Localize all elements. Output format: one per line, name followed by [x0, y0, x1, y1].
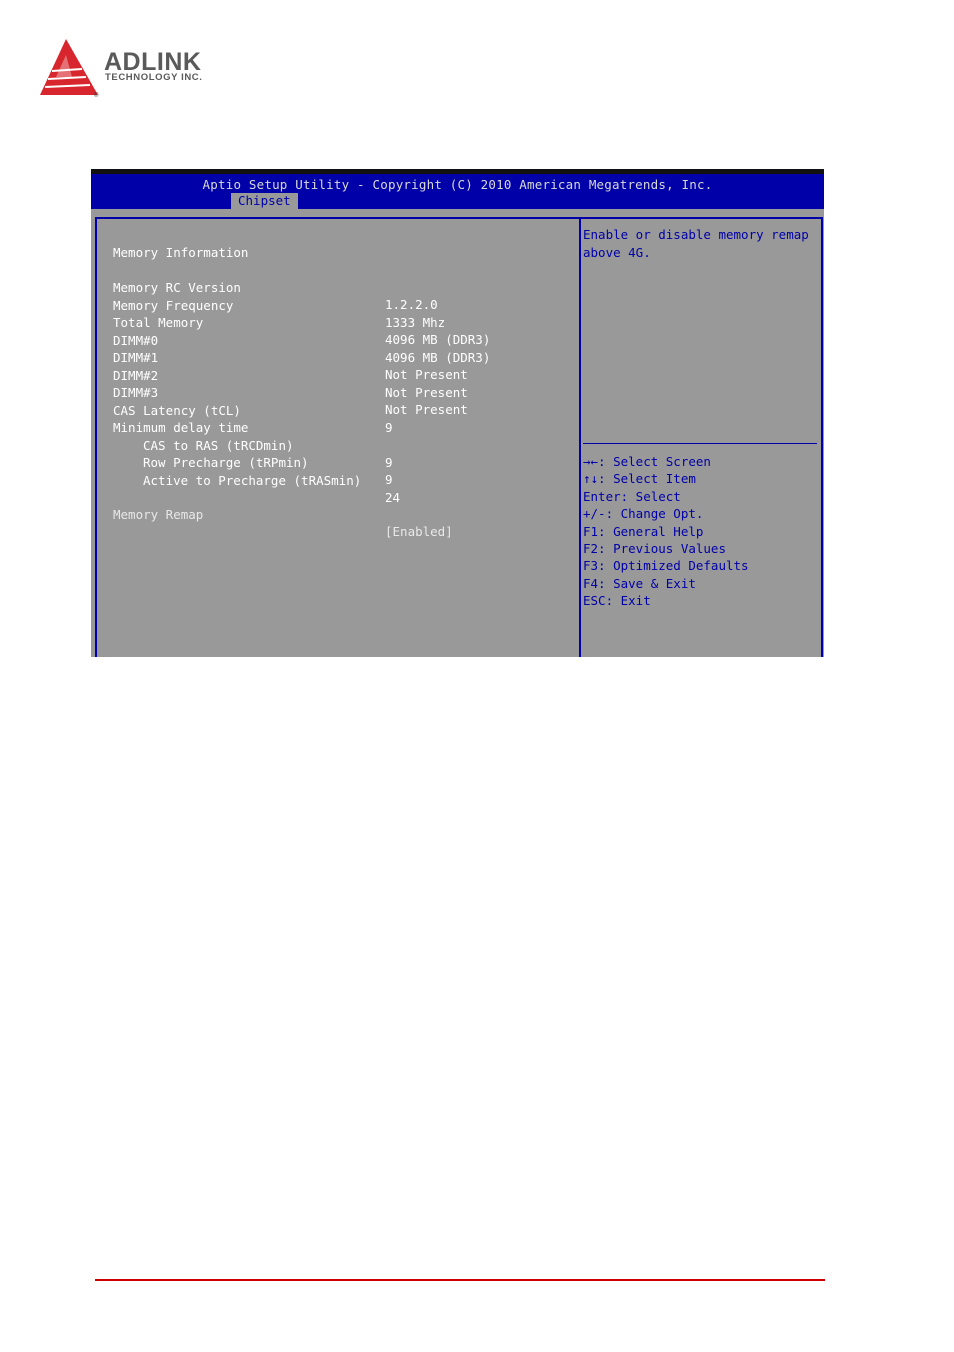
help-separator — [583, 443, 817, 444]
key-hint: F2: Previous Values — [583, 540, 726, 556]
info-label: Minimum delay time — [113, 420, 249, 435]
info-label: CAS Latency (tCL) — [113, 402, 241, 418]
footer-divider — [95, 1279, 825, 1281]
key-hint: Enter: Select — [583, 488, 681, 504]
registered-mark: ® — [94, 92, 99, 99]
info-label: CAS to RAS (tRCDmin) — [143, 437, 294, 453]
section-title-label: Memory Information — [113, 245, 249, 260]
info-value: 9 — [385, 454, 393, 470]
info-label: Memory RC Version — [113, 280, 241, 295]
info-value: Not Present — [385, 367, 468, 382]
tab-chipset[interactable]: Chipset — [231, 193, 298, 209]
bios-header: Aptio Setup Utility - Copyright (C) 2010… — [91, 174, 824, 209]
info-value: 4096 MB (DDR3) — [385, 332, 491, 347]
key-hint: →←: Select Screen — [583, 454, 711, 469]
key-hint: F1: General Help — [583, 523, 704, 539]
key-legend: →←: Select Screen ↑↓: Select Item Enter:… — [583, 453, 749, 610]
info-value: 4096 MB (DDR3) — [385, 349, 491, 365]
key-hint: +/-: Change Opt. — [583, 506, 704, 522]
help-panel-border — [821, 217, 823, 657]
logo-subtitle: TECHNOLOGY INC. — [105, 72, 203, 83]
info-value: 24 — [385, 489, 401, 505]
info-value: 9 — [385, 472, 393, 487]
info-label: Memory Frequency — [113, 297, 234, 313]
info-value: Not Present — [385, 402, 468, 417]
help-text: Enable or disable memory remap above 4G. — [583, 227, 809, 260]
adlink-logo: ® ADLINK TECHNOLOGY INC. — [38, 37, 238, 99]
option-value[interactable]: [Enabled] — [385, 523, 453, 540]
info-value: Not Present — [385, 384, 468, 400]
memory-remap-option[interactable]: Memory Remap [Enabled] — [91, 489, 453, 557]
bios-screen: Aptio Setup Utility - Copyright (C) 2010… — [91, 169, 824, 657]
key-hint: F4: Save & Exit — [583, 575, 696, 591]
key-hint: ESC: Exit — [583, 593, 651, 609]
info-label: Active to Precharge (tRASmin) — [143, 472, 362, 488]
info-value: 1.2.2.0 — [385, 297, 438, 312]
adlink-triangle-icon: ® — [40, 39, 99, 99]
help-panel-border — [579, 217, 823, 219]
bios-title: Aptio Setup Utility - Copyright (C) 2010… — [202, 177, 713, 192]
option-label[interactable]: Memory Remap — [113, 506, 203, 523]
key-hint: F3: Optimized Defaults — [583, 558, 749, 574]
info-value: 9 — [385, 419, 393, 435]
key-hint: ↑↓: Select Item — [583, 471, 696, 487]
info-value: 1333 Mhz — [385, 314, 446, 330]
info-label: Total Memory — [113, 315, 204, 330]
info-label: Row Precharge (tRPmin) — [143, 455, 309, 470]
panel-divider — [579, 217, 581, 657]
